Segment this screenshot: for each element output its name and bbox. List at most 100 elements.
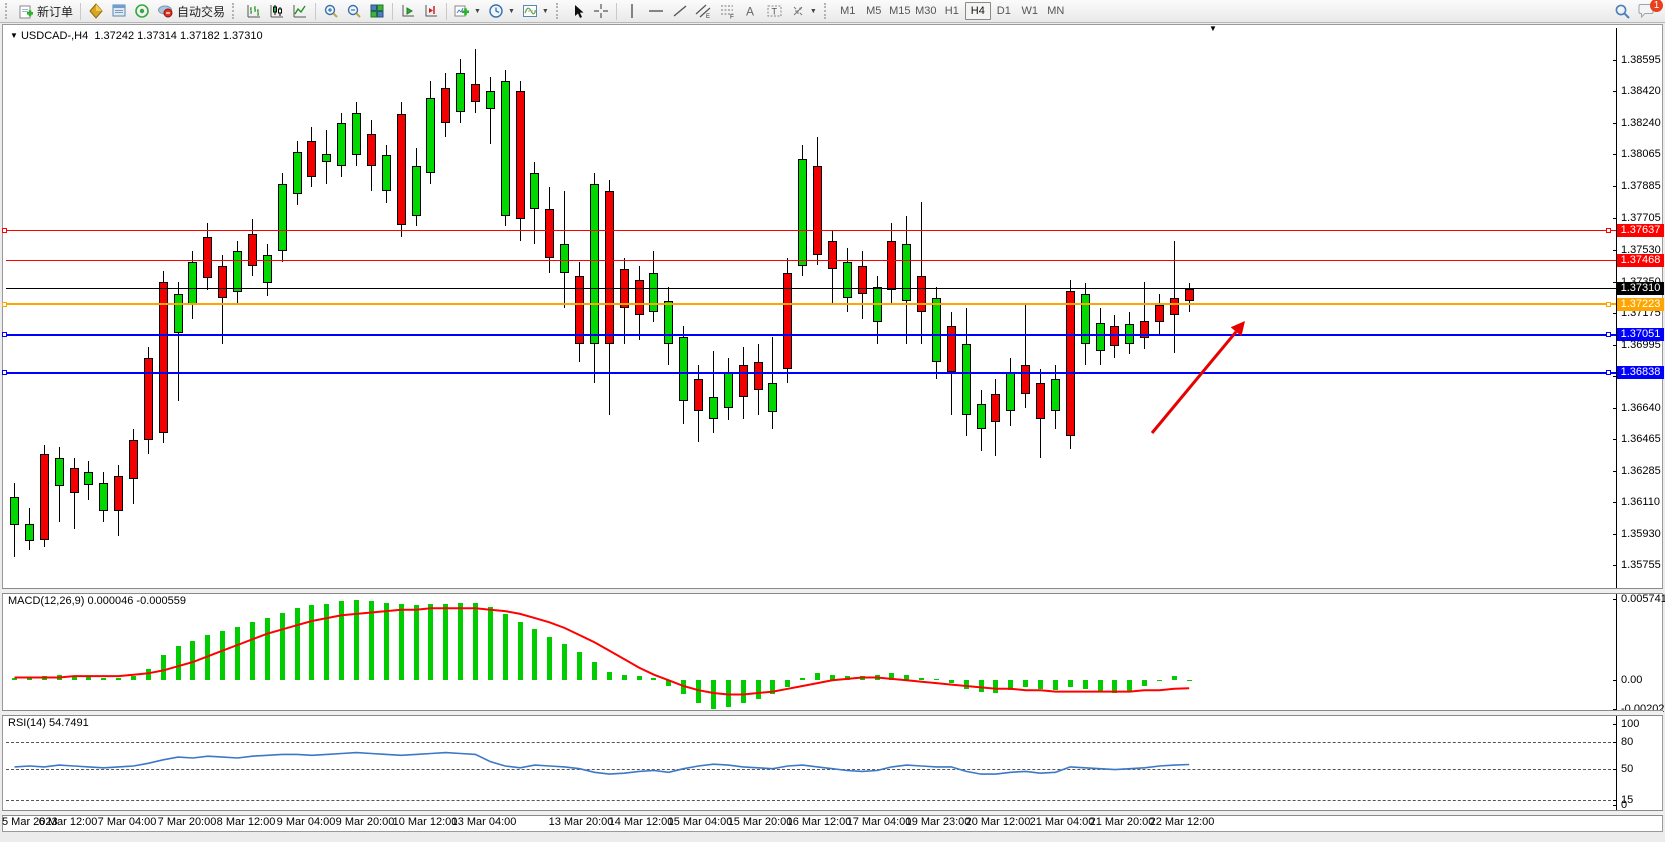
macd-histogram-bar xyxy=(220,631,225,681)
macd-histogram-bar xyxy=(399,604,404,680)
line-handle[interactable] xyxy=(1606,302,1611,307)
support-line-2[interactable] xyxy=(6,372,1616,374)
price-axis-tick xyxy=(1613,502,1617,503)
line-handle[interactable] xyxy=(1606,370,1611,375)
support-line-1[interactable] xyxy=(6,334,1616,336)
timeframe-w1[interactable]: W1 xyxy=(1017,2,1043,20)
fibonacci-tool-button[interactable]: F xyxy=(716,1,739,21)
new-chart-button[interactable]: ▼ xyxy=(451,1,484,21)
candle xyxy=(1110,326,1119,346)
svg-text:A: A xyxy=(746,5,754,19)
collapse-icon[interactable]: ▼ xyxy=(10,31,18,40)
line-handle[interactable] xyxy=(2,228,7,233)
line-handle[interactable] xyxy=(2,370,7,375)
text-icon: A xyxy=(743,3,758,19)
time-axis-label: 22 Mar 12:00 xyxy=(1150,816,1215,828)
macd-histogram-bar xyxy=(384,603,389,681)
bid-price-line[interactable] xyxy=(6,288,1616,289)
macd-histogram-bar xyxy=(622,675,627,681)
zoom-out-button[interactable] xyxy=(343,1,365,21)
bar-chart-button[interactable] xyxy=(243,1,265,21)
toolbar-grip[interactable] xyxy=(232,3,239,19)
timeframe-m30[interactable]: M30 xyxy=(913,2,939,20)
price-axis-label: 1.37705 xyxy=(1621,212,1661,224)
macd-histogram-bar xyxy=(1127,680,1132,691)
crosshair-tool-button[interactable] xyxy=(590,1,612,21)
time-axis-label: 15 Mar 04:00 xyxy=(668,816,733,828)
timeframe-m5[interactable]: M5 xyxy=(861,2,887,20)
candle xyxy=(605,191,614,344)
pivot-line[interactable] xyxy=(6,303,1616,305)
period-button[interactable]: ▼ xyxy=(485,1,518,21)
line-handle[interactable] xyxy=(2,302,7,307)
autotrade-button[interactable]: 自动交易 xyxy=(154,1,228,21)
macd-histogram-bar xyxy=(681,680,686,694)
timeframe-mn[interactable]: MN xyxy=(1043,2,1069,20)
auto-scroll-button[interactable] xyxy=(397,1,419,21)
line-chart-button[interactable] xyxy=(289,1,311,21)
text-tool-button[interactable]: A xyxy=(740,1,762,21)
horizontal-line-tool-button[interactable] xyxy=(644,1,668,21)
candle xyxy=(962,344,971,415)
candle xyxy=(233,251,242,292)
navigator-button[interactable] xyxy=(131,1,153,21)
pane-splitter-rsi[interactable] xyxy=(2,710,1663,716)
pane-splitter-macd[interactable] xyxy=(2,588,1663,594)
line-handle[interactable] xyxy=(1606,332,1611,337)
indicators-button[interactable]: ▼ xyxy=(519,1,552,21)
tile-windows-button[interactable] xyxy=(366,1,388,21)
pane-splitter-timeline[interactable] xyxy=(2,810,1663,816)
vertical-line-tool-button[interactable] xyxy=(621,1,643,21)
text-label-tool-button[interactable]: T xyxy=(763,1,786,21)
candle-wick xyxy=(475,49,476,113)
timeframe-m15[interactable]: M15 xyxy=(887,2,913,20)
candle xyxy=(382,155,391,191)
price-axis-tick xyxy=(1613,345,1617,346)
cursor-tool-button[interactable] xyxy=(567,1,589,21)
chart-title: ▼ USDCAD-,H4 1.37242 1.37314 1.37182 1.3… xyxy=(10,30,263,42)
timeframe-d1[interactable]: D1 xyxy=(991,2,1017,20)
candle xyxy=(501,81,510,216)
candle xyxy=(144,358,153,440)
rsi-label: RSI(14) 54.7491 xyxy=(8,717,89,729)
text-label-icon: T xyxy=(766,3,783,19)
toolbar-grip[interactable] xyxy=(5,3,12,19)
macd-histogram-bar xyxy=(1157,680,1162,681)
price-axis-tick xyxy=(1613,313,1617,314)
time-axis-label: 8 Mar 12:00 xyxy=(217,816,276,828)
resistance-line-1[interactable] xyxy=(6,230,1616,231)
timeframe-m1[interactable]: M1 xyxy=(835,2,861,20)
trendline-tool-button[interactable] xyxy=(669,1,691,21)
timeframe-h4[interactable]: H4 xyxy=(965,2,991,20)
chart-shift-button[interactable] xyxy=(420,1,442,21)
line-chart-icon xyxy=(292,3,308,19)
candle xyxy=(917,276,926,312)
signal-icon xyxy=(134,3,150,19)
toolbar-grip[interactable] xyxy=(556,3,563,19)
toolbar-grip[interactable] xyxy=(824,3,831,19)
candle xyxy=(887,241,896,291)
line-handle[interactable] xyxy=(2,332,7,337)
arrows-tool-button[interactable]: ▼ xyxy=(787,1,820,21)
candle xyxy=(977,404,986,429)
resistance-line-2[interactable] xyxy=(6,260,1616,261)
new-order-button[interactable]: 新订单 xyxy=(16,1,76,21)
market-watch-button[interactable] xyxy=(85,1,107,21)
zoom-in-button[interactable] xyxy=(320,1,342,21)
macd-histogram-bar xyxy=(726,680,731,707)
macd-histogram-bar xyxy=(42,676,47,680)
timeframe-h1[interactable]: H1 xyxy=(939,2,965,20)
search-icon[interactable] xyxy=(1614,3,1631,20)
line-handle[interactable] xyxy=(1606,228,1611,233)
macd-histogram-bar xyxy=(845,676,850,680)
macd-histogram-bar xyxy=(1142,680,1147,686)
chart-shift-marker[interactable]: ▼ xyxy=(1209,24,1217,33)
macd-histogram-bar xyxy=(86,676,91,680)
candle xyxy=(25,524,34,542)
data-window-button[interactable] xyxy=(108,1,130,21)
channel-tool-button[interactable]: E xyxy=(692,1,715,21)
macd-histogram-bar xyxy=(904,675,909,681)
candlestick-chart-button[interactable] xyxy=(266,1,288,21)
time-axis-label: 15 Mar 20:00 xyxy=(728,816,793,828)
macd-histogram-bar xyxy=(577,652,582,680)
